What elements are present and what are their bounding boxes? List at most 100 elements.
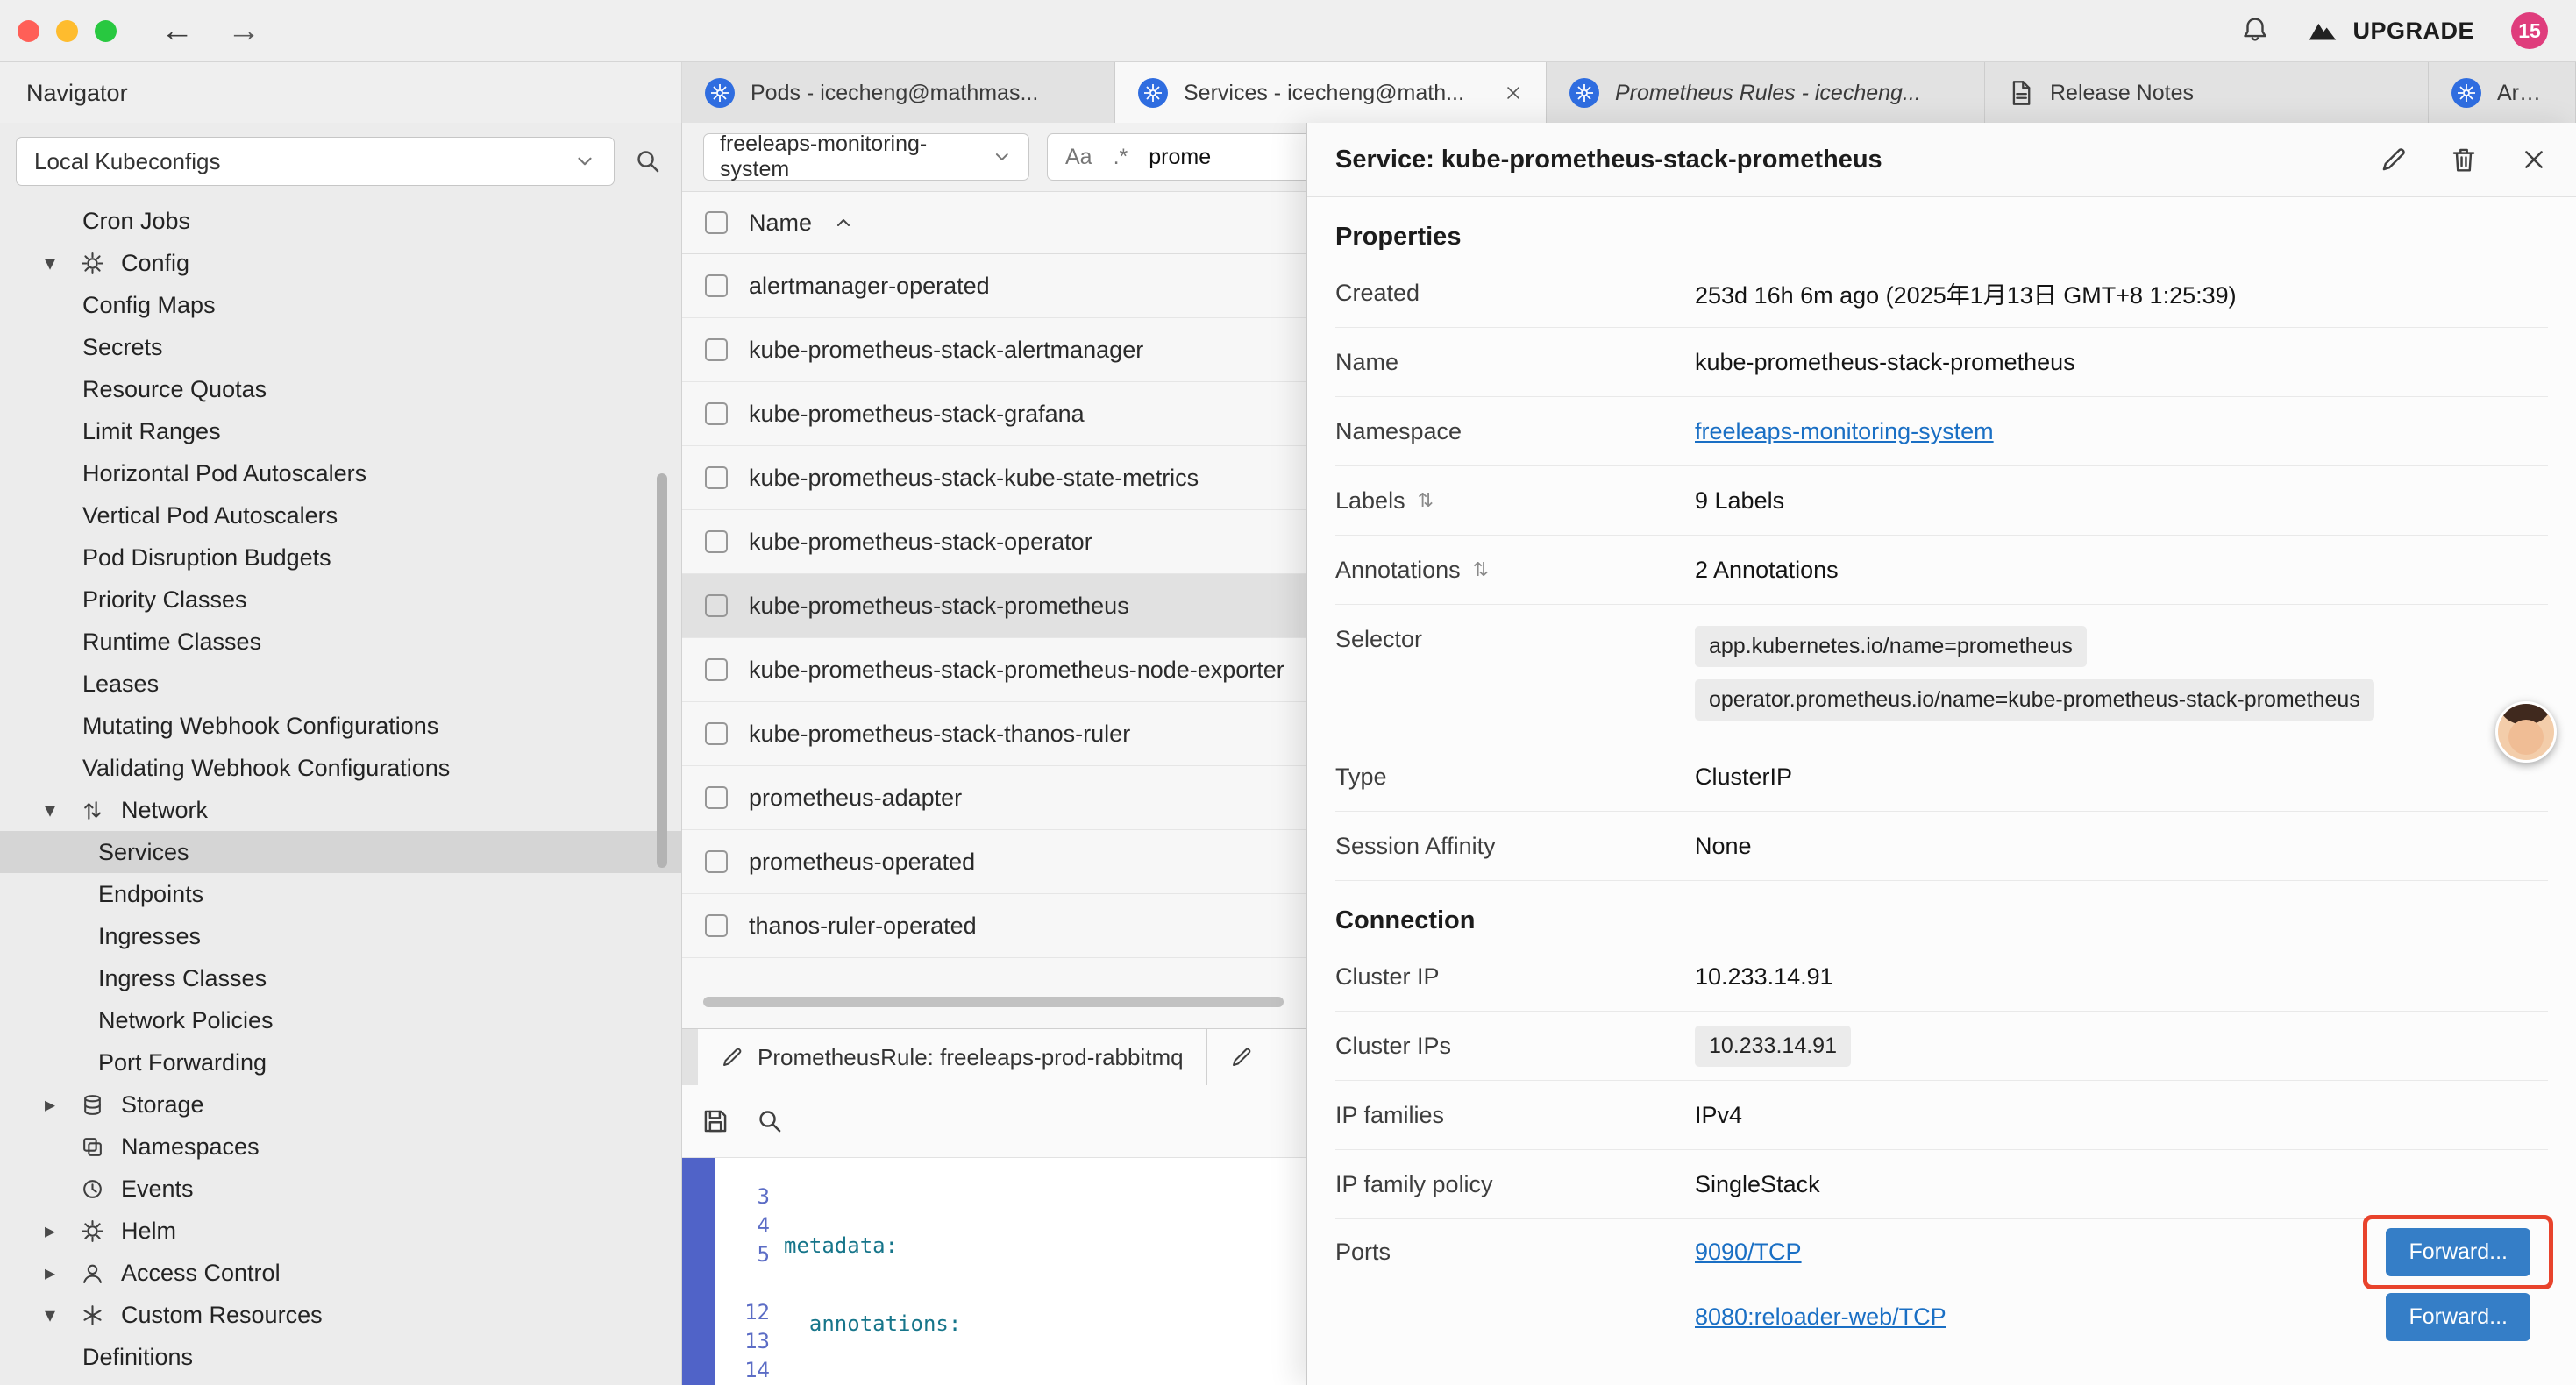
service-name: alertmanager-operated [749,273,990,300]
connection-section-title: Connection [1335,906,2548,935]
forward-button[interactable]: Forward... [2386,1228,2530,1276]
sidebar-search-icon[interactable] [634,147,662,175]
match-case-toggle[interactable]: Aa [1065,145,1092,170]
sidebar-item-vertical-pod-autoscalers[interactable]: Vertical Pod Autoscalers [0,494,681,536]
sidebar-item-horizontal-pod-autoscalers[interactable]: Horizontal Pod Autoscalers [0,452,681,494]
sidebar-item-port-forwarding[interactable]: Port Forwarding [0,1041,681,1083]
sidebar-item-access-control[interactable]: ▸ Access Control [0,1252,681,1294]
sidebar-item-runtime-classes[interactable]: Runtime Classes [0,621,681,663]
unfold-icon[interactable]: ⇅ [1418,489,1434,512]
sidebar-item-services[interactable]: Services [0,831,681,873]
row-checkbox[interactable] [705,722,728,745]
row-checkbox[interactable] [705,338,728,361]
tree-expanded-icon[interactable]: ▾ [37,1303,63,1328]
service-details-drawer: Service: kube-prometheus-stack-prometheu… [1306,123,2576,1385]
tab-services[interactable]: Services - icecheng@math... [1115,62,1547,124]
row-checkbox[interactable] [705,466,728,489]
notifications-bell-icon[interactable] [2240,16,2270,46]
annotations-count[interactable]: 2 Annotations [1695,557,2548,584]
forward-button[interactable]: Forward... [2386,1293,2530,1341]
port-link-9090[interactable]: 9090/TCP [1695,1239,1802,1266]
sidebar-item-ingresses[interactable]: Ingresses [0,915,681,957]
sidebar-item-network[interactable]: ▾ Network [0,789,681,831]
property-label: Name [1335,349,1695,376]
selector-badge: app.kubernetes.io/name=prometheus [1695,626,2087,667]
back-icon[interactable]: ← [160,14,194,47]
sidebar-item-label: Cron Jobs [82,208,190,235]
delete-trash-icon[interactable] [2450,146,2478,174]
row-checkbox[interactable] [705,274,728,297]
sidebar-item-custom-resources[interactable]: ▾ Custom Resources [0,1294,681,1336]
row-checkbox[interactable] [705,786,728,809]
row-checkbox[interactable] [705,530,728,553]
sidebar-item-events[interactable]: Events [0,1168,681,1210]
sidebar-item-mutating-webhook-configurations[interactable]: Mutating Webhook Configurations [0,705,681,747]
sidebar-item-config-maps[interactable]: Config Maps [0,284,681,326]
tree-collapsed-icon[interactable]: ▸ [37,1261,63,1286]
unfold-icon[interactable]: ⇅ [1473,558,1489,581]
sidebar-item-pod-disruption-budgets[interactable]: Pod Disruption Budgets [0,536,681,579]
sidebar-item-namespaces[interactable]: Namespaces [0,1126,681,1168]
save-icon[interactable] [701,1107,729,1135]
sidebar-item-priority-classes[interactable]: Priority Classes [0,579,681,621]
sidebar-item-label: Namespaces [121,1133,260,1161]
property-label: Ports [1335,1219,1695,1266]
zoom-window-button[interactable] [95,20,117,42]
sidebar-item-helm[interactable]: ▸ Helm [0,1210,681,1252]
sidebar-scrollbar[interactable] [657,473,667,868]
sidebar-item-resource-quotas[interactable]: Resource Quotas [0,368,681,410]
tree-collapsed-icon[interactable]: ▸ [37,1092,63,1118]
sidebar-item-network-policies[interactable]: Network Policies [0,999,681,1041]
dock-tab-prometheusrule[interactable]: PrometheusRule: freeleaps-prod-rabbitmq [698,1029,1207,1085]
edit-pencil-icon[interactable] [2380,146,2408,174]
labels-count[interactable]: 9 Labels [1695,487,2548,515]
tab-argo[interactable]: Argo S [2429,62,2576,124]
close-drawer-icon[interactable] [2520,146,2548,174]
select-all-checkbox[interactable] [705,211,728,234]
editor-search-icon[interactable] [756,1107,784,1135]
close-tab-icon[interactable] [1504,83,1523,103]
row-checkbox[interactable] [705,850,728,873]
assistant-avatar[interactable] [2495,701,2557,763]
tab-release-notes[interactable]: Release Notes [1985,62,2429,124]
property-value: 10.233.14.91 [1695,963,2548,991]
sidebar-item-validating-webhook-configurations[interactable]: Validating Webhook Configurations [0,747,681,789]
property-row-session-affinity: Session Affinity None [1335,812,2548,881]
sidebar-item-definitions[interactable]: Definitions [0,1336,681,1378]
upgrade-button[interactable]: UPGRADE [2307,18,2474,45]
property-label: IP family policy [1335,1171,1695,1198]
tree-expanded-icon[interactable]: ▾ [37,798,63,823]
sidebar-item-secrets[interactable]: Secrets [0,326,681,368]
service-name: kube-prometheus-stack-grafana [749,401,1085,428]
tab-prometheus-rules[interactable]: Prometheus Rules - icecheng... [1547,62,1985,124]
property-label: IP families [1335,1102,1695,1129]
sidebar-item-ingress-classes[interactable]: Ingress Classes [0,957,681,999]
sidebar-item-endpoints[interactable]: Endpoints [0,873,681,915]
row-checkbox[interactable] [705,594,728,617]
close-window-button[interactable] [18,20,39,42]
namespace-link[interactable]: freeleaps-monitoring-system [1695,418,1994,445]
tree-expanded-icon[interactable]: ▾ [37,251,63,276]
sidebar-item-limit-ranges[interactable]: Limit Ranges [0,410,681,452]
row-checkbox[interactable] [705,658,728,681]
namespace-filter-dropdown[interactable]: freeleaps-monitoring-system [703,133,1029,181]
tab-label: Pods - icecheng@mathmas... [751,81,1038,106]
sidebar-item-config[interactable]: ▾ Config [0,242,681,284]
sort-ascending-icon[interactable] [833,212,854,233]
kubeconfig-selector[interactable]: Local Kubeconfigs [16,137,615,186]
name-column-header[interactable]: Name [749,210,812,237]
row-checkbox[interactable] [705,914,728,937]
sidebar-item-cron-jobs[interactable]: Cron Jobs [0,200,681,242]
row-checkbox[interactable] [705,402,728,425]
minimize-window-button[interactable] [56,20,78,42]
notification-count-badge[interactable]: 15 [2511,12,2548,49]
sidebar-item-leases[interactable]: Leases [0,663,681,705]
regex-toggle[interactable]: .* [1114,145,1128,170]
horizontal-scrollbar-thumb[interactable] [703,997,1284,1007]
port-link-8080-reloader-web[interactable]: 8080:reloader-web/TCP [1695,1303,1946,1331]
sidebar-item-storage[interactable]: ▸ Storage [0,1083,681,1126]
tab-pods[interactable]: Pods - icecheng@mathmas... [682,62,1115,124]
namespaces-icon [75,1135,109,1159]
tree-collapsed-icon[interactable]: ▸ [37,1218,63,1244]
forward-icon[interactable]: → [227,14,260,47]
